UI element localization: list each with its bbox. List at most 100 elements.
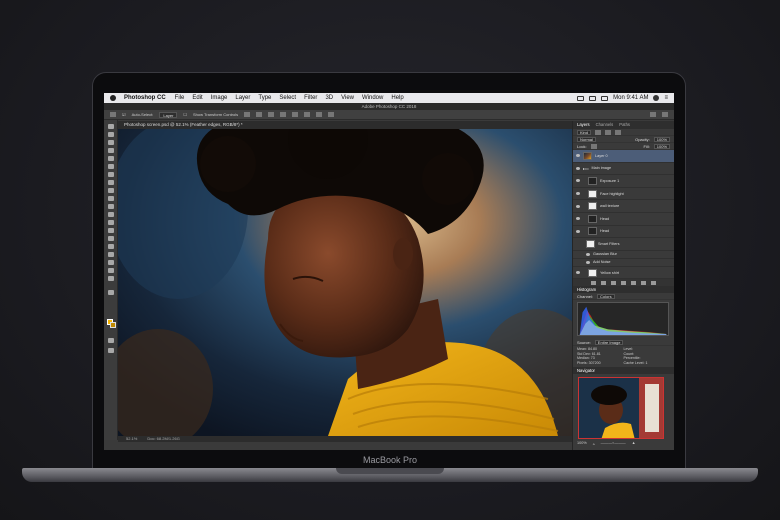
move-tool-icon[interactable]: [108, 124, 114, 129]
navigator-preview[interactable]: [578, 376, 664, 439]
layer-row[interactable]: ▸▭ Main image: [573, 163, 674, 176]
marquee-tool-icon[interactable]: [108, 132, 114, 137]
airplay-icon[interactable]: [589, 95, 597, 101]
navigator-panel-title[interactable]: Navigator: [573, 366, 674, 374]
background-color-swatch[interactable]: [110, 322, 116, 328]
new-adjustment-icon[interactable]: [621, 280, 626, 285]
align-left-icon[interactable]: [244, 112, 251, 117]
layer-row[interactable]: Exposure 1: [573, 175, 674, 188]
filter-adjustment-icon[interactable]: [605, 129, 612, 135]
visibility-eye-icon[interactable]: [576, 229, 580, 233]
visibility-eye-icon[interactable]: [586, 260, 590, 264]
new-group-icon[interactable]: [631, 280, 636, 285]
histogram-panel-title[interactable]: Histogram: [573, 286, 674, 294]
visibility-eye-icon[interactable]: [576, 154, 580, 158]
clone-stamp-tool-icon[interactable]: [108, 188, 114, 193]
menu-type[interactable]: Type: [258, 95, 271, 101]
add-mask-icon[interactable]: [611, 280, 616, 285]
layer-row[interactable]: Face highlight: [573, 188, 674, 201]
menu-layer[interactable]: Layer: [235, 95, 250, 101]
opacity-field[interactable]: 100%: [653, 136, 670, 142]
auto-select-checkbox[interactable]: ☑: [122, 112, 126, 117]
menu-filter[interactable]: Filter: [304, 95, 317, 101]
menu-select[interactable]: Select: [279, 95, 296, 101]
zoom-tool-icon[interactable]: [108, 276, 114, 281]
hand-tool-icon[interactable]: [108, 268, 114, 273]
tab-channels[interactable]: Channels: [596, 121, 614, 129]
document-tab[interactable]: Photoshop screen.psd @ 52.1% (Feather ed…: [118, 121, 572, 129]
menu-edit[interactable]: Edit: [192, 95, 202, 101]
menu-window[interactable]: Window: [362, 95, 383, 101]
history-brush-tool-icon[interactable]: [108, 196, 114, 201]
align-right-icon[interactable]: [268, 112, 275, 117]
layer-row[interactable]: Layer 0: [573, 150, 674, 163]
align-top-icon[interactable]: [280, 112, 287, 117]
menu-view[interactable]: View: [341, 95, 354, 101]
eyedropper-tool-icon[interactable]: [108, 164, 114, 169]
visibility-eye-icon[interactable]: [576, 204, 580, 208]
brush-tool-icon[interactable]: [108, 180, 114, 185]
menu-file[interactable]: File: [175, 95, 185, 101]
menu-3d[interactable]: 3D: [325, 95, 333, 101]
visibility-eye-icon[interactable]: [586, 252, 590, 256]
auto-select-dropdown[interactable]: Layer: [159, 111, 178, 118]
blur-tool-icon[interactable]: [108, 220, 114, 225]
lasso-tool-icon[interactable]: [108, 140, 114, 145]
visibility-eye-icon[interactable]: [576, 179, 580, 183]
wifi-icon[interactable]: [577, 95, 585, 101]
layer-row[interactable]: Head: [573, 226, 674, 239]
align-center-icon[interactable]: [256, 112, 263, 117]
zoom-in-icon[interactable]: ▲: [632, 441, 636, 446]
document-canvas[interactable]: [118, 129, 572, 436]
layer-row[interactable]: Gaussian Blur: [573, 251, 674, 259]
link-layers-icon[interactable]: [591, 280, 596, 285]
tab-paths[interactable]: Paths: [619, 121, 630, 129]
menu-image[interactable]: Image: [211, 95, 228, 101]
zoom-slider[interactable]: ———○———: [601, 441, 626, 446]
apple-logo-icon[interactable]: [110, 95, 116, 101]
move-tool-icon[interactable]: [110, 112, 116, 117]
crop-tool-icon[interactable]: [108, 156, 114, 161]
screen-mode-icon[interactable]: [108, 348, 114, 353]
fill-field[interactable]: 100%: [653, 143, 670, 149]
type-tool-icon[interactable]: [108, 244, 114, 249]
layer-row[interactable]: wall texture: [573, 200, 674, 213]
layer-row[interactable]: Smart Filters: [573, 238, 674, 251]
battery-icon[interactable]: [601, 95, 609, 101]
blend-mode-dropdown[interactable]: Normal: [577, 136, 596, 142]
layer-row[interactable]: Head: [573, 213, 674, 226]
fx-icon[interactable]: [601, 280, 606, 285]
quick-mask-icon[interactable]: [108, 338, 114, 343]
rectangle-tool-icon[interactable]: [108, 260, 114, 265]
menu-help[interactable]: Help: [391, 95, 403, 101]
channel-dropdown[interactable]: Colors: [597, 293, 615, 299]
path-select-tool-icon[interactable]: [108, 252, 114, 257]
menubar-clock[interactable]: Mon 9:41 AM: [613, 95, 648, 101]
quick-select-tool-icon[interactable]: [108, 148, 114, 153]
pen-tool-icon[interactable]: [108, 236, 114, 241]
layer-row[interactable]: Yellow shirt: [573, 267, 674, 280]
zoom-level[interactable]: 52.1%: [126, 436, 137, 442]
3d-mode-icon[interactable]: [328, 112, 335, 117]
trash-icon[interactable]: [651, 280, 656, 285]
visibility-eye-icon[interactable]: [576, 217, 580, 221]
lock-icon[interactable]: [590, 143, 597, 149]
eraser-tool-icon[interactable]: [108, 204, 114, 209]
tab-layers[interactable]: Layers: [577, 121, 590, 129]
visibility-eye-icon[interactable]: [576, 166, 580, 170]
workspace-icon[interactable]: [662, 112, 668, 117]
gradient-tool-icon[interactable]: [108, 212, 114, 217]
dodge-tool-icon[interactable]: [108, 228, 114, 233]
zoom-out-icon[interactable]: ▵: [593, 441, 595, 446]
kind-filter-dropdown[interactable]: Kind: [577, 129, 592, 135]
distribute-icon[interactable]: [316, 112, 323, 117]
siri-icon[interactable]: [653, 95, 660, 101]
source-dropdown[interactable]: Entire Image: [594, 339, 624, 345]
align-middle-icon[interactable]: [292, 112, 299, 117]
search-icon[interactable]: [650, 112, 656, 117]
new-layer-icon[interactable]: [641, 280, 646, 285]
navigator-zoom-value[interactable]: 100%: [577, 441, 587, 446]
healing-brush-tool-icon[interactable]: [108, 172, 114, 177]
menu-extras-icon[interactable]: ≡: [664, 95, 668, 101]
align-bottom-icon[interactable]: [304, 112, 311, 117]
